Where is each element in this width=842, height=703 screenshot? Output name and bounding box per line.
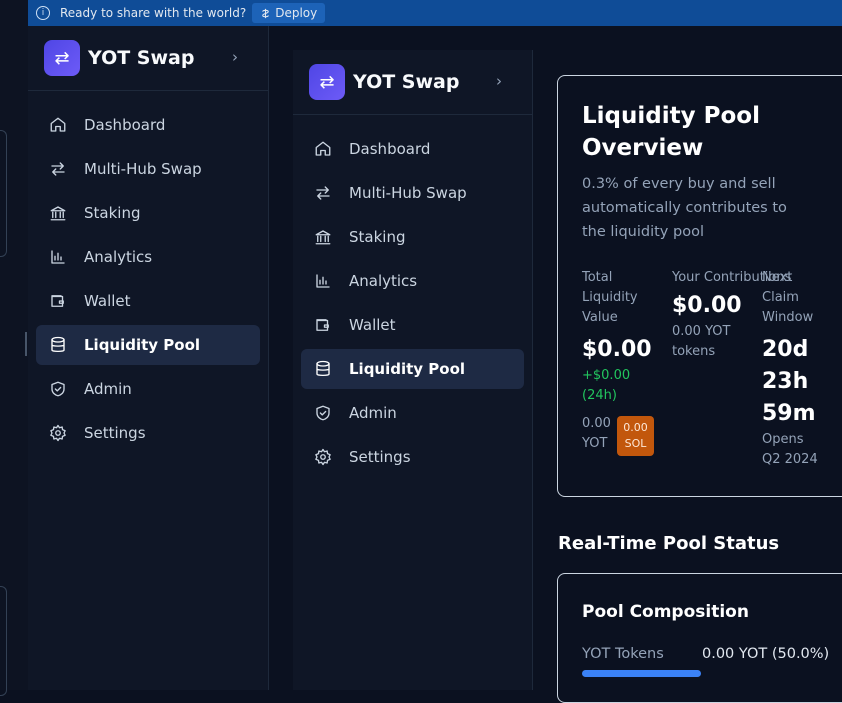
total-liquidity-value: $0.00: [582, 337, 652, 362]
bank-icon: [48, 203, 68, 223]
pool-composition-card: Pool Composition YOT Tokens 0.00 YOT (50…: [557, 573, 842, 703]
sidebar-item-label: Settings: [84, 424, 146, 442]
sidebar-item-settings[interactable]: Settings: [301, 437, 524, 477]
brand-name: YOT Swap: [353, 71, 460, 93]
sidebar-item-wallet[interactable]: Wallet: [301, 305, 524, 345]
gear-icon: [313, 447, 333, 467]
liquidity-overview-card: Liquidity Pool Overview 0.3% of every bu…: [557, 75, 842, 497]
yot-tokens-value: 0.00 YOT (50.0%): [702, 646, 830, 662]
sidebar-item-analytics[interactable]: Analytics: [36, 237, 260, 277]
pool-status-title: Real-Time Pool Status: [558, 533, 780, 554]
chevron-right-icon[interactable]: ›: [232, 48, 238, 66]
gear-icon: [48, 423, 68, 443]
database-icon: [313, 359, 333, 379]
left-panel-edge: [0, 0, 28, 696]
yot-composition-row: YOT Tokens 0.00 YOT (50.0%): [582, 646, 829, 662]
brand-name: YOT Swap: [88, 47, 195, 69]
sidebar-item-label: Staking: [349, 228, 406, 246]
wallet-icon: [313, 315, 333, 335]
sidebar-item-label: Wallet: [349, 316, 396, 334]
sidebar-secondary: ⇄ YOT Swap › Dashboard Multi-Hub Swap Stak…: [293, 50, 533, 690]
sidebar-primary: ⇄ YOT Swap › Dashboard Multi-Hub Swap Stak…: [28, 26, 269, 690]
claim-window-opens: Opens Q2 2024: [762, 432, 818, 467]
bank-icon: [313, 227, 333, 247]
yot-tokens-label: YOT Tokens: [582, 646, 664, 662]
swap-logo-icon: ⇄: [309, 64, 345, 100]
overview-title: Liquidity Pool Overview: [582, 103, 760, 161]
sidebar-header: ⇄ YOT Swap ›: [28, 26, 268, 91]
sidebar-item-label: Dashboard: [349, 140, 431, 158]
swap-arrows-icon: [48, 159, 68, 179]
sidebar-item-label: Analytics: [349, 272, 418, 290]
total-liquidity-label: Total Liquidity Value: [582, 270, 638, 325]
sidebar-item-staking[interactable]: Staking: [301, 217, 524, 257]
sidebar-item-analytics[interactable]: Analytics: [301, 261, 524, 301]
panel-fragment: [0, 130, 7, 257]
sidebar-item-label: Dashboard: [84, 116, 166, 134]
deploy-label: Deploy: [275, 6, 318, 20]
sidebar-item-label: Wallet: [84, 292, 131, 310]
sidebar-item-staking[interactable]: Staking: [36, 193, 260, 233]
swap-logo-icon: ⇄: [44, 40, 80, 76]
total-liquidity-stat: Total Liquidity Value $0.00 +$0.00 (24h)…: [582, 268, 662, 456]
pool-composition-title: Pool Composition: [582, 602, 749, 622]
bar-chart-icon: [313, 271, 333, 291]
bar-chart-icon: [48, 247, 68, 267]
sidebar-nav: Dashboard Multi-Hub Swap Staking Analytics W…: [28, 91, 268, 453]
deploy-icon: [262, 8, 270, 18]
sidebar-item-label: Admin: [349, 404, 397, 422]
contribution-stat: Your Contributions $0.00 0.00 YOT tokens: [672, 268, 792, 362]
sidebar-item-admin[interactable]: Admin: [36, 369, 260, 409]
sidebar-item-multi-hub-swap[interactable]: Multi-Hub Swap: [36, 149, 260, 189]
sidebar-item-multi-hub-swap[interactable]: Multi-Hub Swap: [301, 173, 524, 213]
sidebar-item-label: Liquidity Pool: [84, 336, 201, 354]
sidebar-item-wallet[interactable]: Wallet: [36, 281, 260, 321]
database-icon: [48, 335, 68, 355]
sidebar-item-label: Multi-Hub Swap: [84, 160, 202, 178]
deploy-banner: i Ready to share with the world? Deploy: [28, 0, 842, 26]
panel-fragment: [0, 586, 7, 696]
claim-window-label: Next Claim Window: [762, 270, 814, 325]
sidebar-header: ⇄ YOT Swap ›: [293, 50, 532, 115]
sol-amount-badge: 0.00 SOL: [617, 416, 654, 456]
sidebar-item-dashboard[interactable]: Dashboard: [36, 105, 260, 145]
sidebar-item-settings[interactable]: Settings: [36, 413, 260, 453]
deploy-button[interactable]: Deploy: [252, 3, 326, 23]
yot-composition-bar: [582, 670, 701, 677]
home-icon: [313, 139, 333, 159]
sidebar-item-liquidity-pool[interactable]: Liquidity Pool: [301, 349, 524, 389]
sidebar-item-label: Settings: [349, 448, 411, 466]
home-icon: [48, 115, 68, 135]
shield-check-icon: [48, 379, 68, 399]
shield-check-icon: [313, 403, 333, 423]
contribution-value: $0.00: [672, 293, 742, 318]
banner-message: Ready to share with the world?: [60, 6, 247, 20]
claim-window-value: 20d 23h 59m: [762, 337, 816, 426]
sidebar-item-dashboard[interactable]: Dashboard: [301, 129, 524, 169]
contribution-label: Your Contributions: [672, 270, 792, 285]
sidebar-item-label: Multi-Hub Swap: [349, 184, 467, 202]
sidebar-item-liquidity-pool[interactable]: Liquidity Pool: [36, 325, 260, 365]
sidebar-item-admin[interactable]: Admin: [301, 393, 524, 433]
info-icon: i: [36, 6, 50, 20]
contribution-tokens: 0.00 YOT tokens: [672, 324, 731, 359]
sidebar-item-label: Liquidity Pool: [349, 360, 466, 378]
sidebar-item-label: Admin: [84, 380, 132, 398]
sidebar-item-label: Staking: [84, 204, 141, 222]
overview-description: 0.3% of every buy and sell automatically…: [582, 176, 787, 240]
swap-arrows-icon: [313, 183, 333, 203]
total-liquidity-change: +$0.00 (24h): [582, 368, 631, 403]
yot-amount: 0.00 YOT: [582, 416, 611, 451]
sidebar-item-label: Analytics: [84, 248, 153, 266]
resize-handle[interactable]: [25, 332, 27, 356]
chevron-right-icon[interactable]: ›: [496, 72, 502, 90]
claim-window-stat: Next Claim Window 20d 23h 59m Opens Q2 2…: [762, 268, 822, 470]
sidebar-nav: Dashboard Multi-Hub Swap Staking Analytics W…: [293, 115, 532, 477]
wallet-icon: [48, 291, 68, 311]
